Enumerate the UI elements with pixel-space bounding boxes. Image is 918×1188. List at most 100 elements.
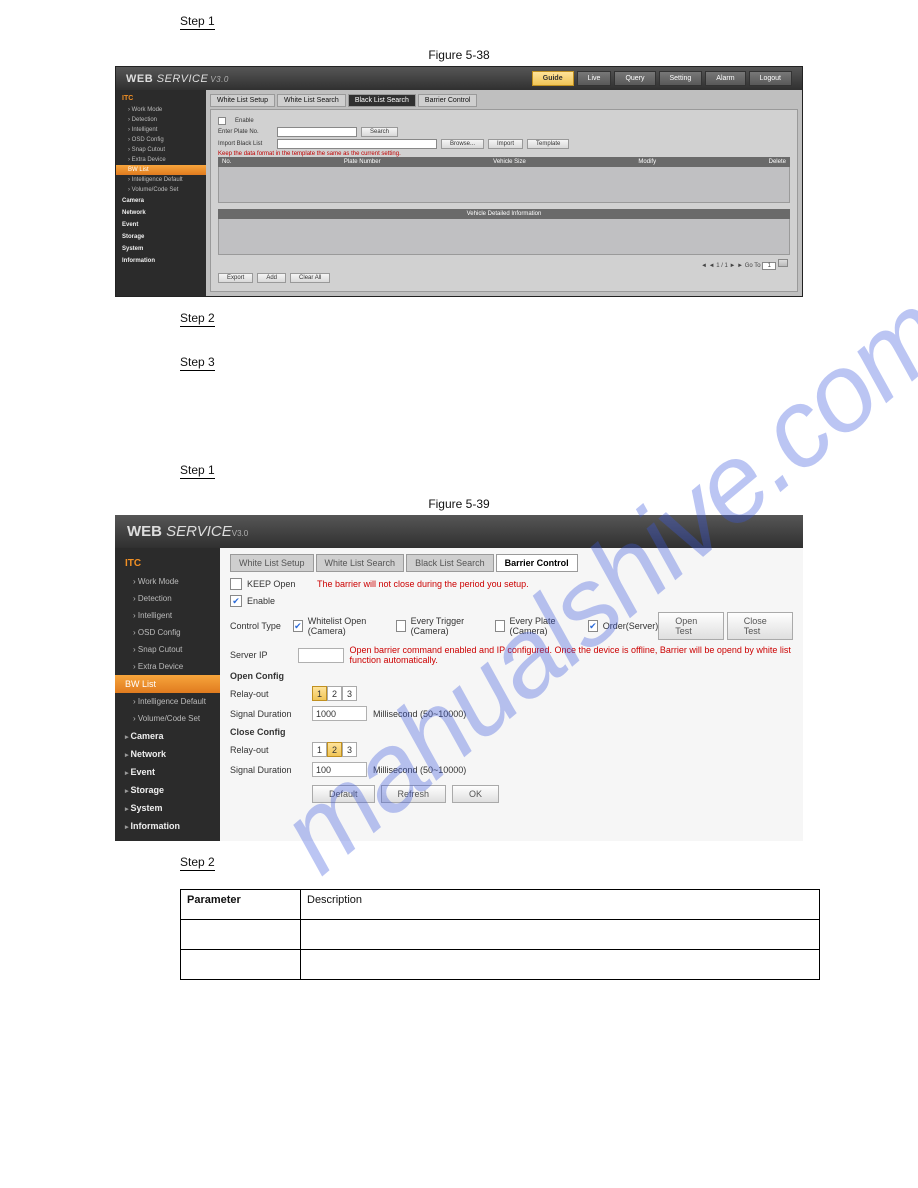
enable-label-39: Enable <box>247 596 275 606</box>
step-3: Step 3 <box>180 355 215 371</box>
tab-wlsr[interactable]: White List Search <box>277 94 346 107</box>
tab2-wls[interactable]: White List Setup <box>230 554 314 572</box>
side2-intelligent[interactable]: Intelligent <box>115 607 220 624</box>
close-sig-input[interactable]: 100 <box>312 762 367 777</box>
step-1-a: Step 1 <box>180 14 215 30</box>
ct-order-checkbox[interactable]: ✔ <box>588 620 598 632</box>
ct-plate-checkbox[interactable] <box>495 620 505 632</box>
side-osd[interactable]: OSD Config <box>116 135 206 145</box>
ct-trigger-checkbox[interactable] <box>396 620 406 632</box>
r2c2 <box>301 950 820 980</box>
side2-osd[interactable]: OSD Config <box>115 624 220 641</box>
open-relay-3[interactable]: 3 <box>342 686 357 701</box>
side2-network[interactable]: Network <box>115 745 220 763</box>
side-network[interactable]: Network <box>116 207 206 219</box>
template-button[interactable]: Template <box>527 139 569 149</box>
side-itc[interactable]: ITC <box>116 92 206 105</box>
side-system[interactable]: System <box>116 243 206 255</box>
side-info[interactable]: Information <box>116 255 206 267</box>
tab-bc[interactable]: Barrier Control <box>418 94 478 107</box>
main-38: White List Setup White List Search Black… <box>206 90 802 296</box>
nav-guide[interactable]: Guide <box>532 71 574 86</box>
side-vcs[interactable]: Volume/Code Set <box>116 185 206 195</box>
r2c1 <box>181 950 301 980</box>
nav-live[interactable]: Live <box>577 71 612 86</box>
open-relay-1[interactable]: 1 <box>312 686 327 701</box>
main-39: White List Setup White List Search Black… <box>220 548 803 841</box>
side-snap[interactable]: Snap Cutout <box>116 145 206 155</box>
side2-extra[interactable]: Extra Device <box>115 658 220 675</box>
side-event[interactable]: Event <box>116 219 206 231</box>
nav-alarm[interactable]: Alarm <box>705 71 745 86</box>
side2-idef[interactable]: Intelligence Default <box>115 693 220 710</box>
tab2-bc[interactable]: Barrier Control <box>496 554 578 572</box>
enable-checkbox[interactable] <box>218 117 226 125</box>
grid-body <box>218 167 790 203</box>
side2-system[interactable]: System <box>115 799 220 817</box>
r1c1 <box>181 920 301 950</box>
import-input[interactable] <box>277 139 437 149</box>
go-button[interactable] <box>778 259 788 267</box>
side2-workmode[interactable]: Work Mode <box>115 573 220 590</box>
ok-button[interactable]: OK <box>452 785 499 803</box>
side-bwlist[interactable]: BW List <box>116 165 206 175</box>
side-idef[interactable]: Intelligence Default <box>116 175 206 185</box>
side2-vcs[interactable]: Volume/Code Set <box>115 710 220 727</box>
side2-info[interactable]: Information <box>115 817 220 835</box>
import-label: Import Black List <box>218 141 273 147</box>
side2-itc[interactable]: ITC <box>115 554 220 573</box>
tab2-bls[interactable]: Black List Search <box>406 554 494 572</box>
refresh-button[interactable]: Refresh <box>381 785 447 803</box>
parameter-table: Parameter Description <box>180 889 820 980</box>
side2-storage[interactable]: Storage <box>115 781 220 799</box>
keep-open-checkbox[interactable] <box>230 578 242 590</box>
side-camera[interactable]: Camera <box>116 195 206 207</box>
side2-snap[interactable]: Snap Cutout <box>115 641 220 658</box>
open-sig-input[interactable]: 1000 <box>312 706 367 721</box>
sidebar-39: ITC Work Mode Detection Intelligent OSD … <box>115 548 220 841</box>
close-test-button[interactable]: Close Test <box>727 612 793 640</box>
close-relay-2[interactable]: 2 <box>327 742 342 757</box>
side-workmode[interactable]: Work Mode <box>116 105 206 115</box>
open-test-button[interactable]: Open Test <box>658 612 723 640</box>
enable-label: Enable <box>235 118 254 124</box>
open-relay-2[interactable]: 2 <box>327 686 342 701</box>
th-param: Parameter <box>181 890 301 920</box>
close-relay-3[interactable]: 3 <box>342 742 357 757</box>
server-ip-note: Open barrier command enabled and IP conf… <box>349 645 793 665</box>
side-extra[interactable]: Extra Device <box>116 155 206 165</box>
nav-logout[interactable]: Logout <box>749 71 792 86</box>
nav-setting[interactable]: Setting <box>659 71 703 86</box>
close-config-header: Close Config <box>230 727 793 737</box>
enable-checkbox-39[interactable]: ✔ <box>230 595 242 607</box>
browse-button[interactable]: Browse... <box>441 139 484 149</box>
side-storage[interactable]: Storage <box>116 231 206 243</box>
close-relay-1[interactable]: 1 <box>312 742 327 757</box>
tab2-wlsr[interactable]: White List Search <box>316 554 405 572</box>
side2-detection[interactable]: Detection <box>115 590 220 607</box>
nav-query[interactable]: Query <box>614 71 655 86</box>
ct-whitelist-checkbox[interactable]: ✔ <box>293 620 303 632</box>
server-ip-input[interactable] <box>298 648 344 663</box>
app-fig-5-39: WEB SERVICEV3.0 ITC Work Mode Detection … <box>115 515 803 841</box>
tab-bls[interactable]: Black List Search <box>348 94 416 107</box>
keep-open-note: The barrier will not close during the pe… <box>317 579 529 589</box>
search-button[interactable]: Search <box>361 127 398 137</box>
side2-event[interactable]: Event <box>115 763 220 781</box>
plate-input[interactable] <box>277 127 357 137</box>
step-2-b: Step 2 <box>180 855 215 871</box>
add-button[interactable]: Add <box>257 273 286 283</box>
side-intelligent[interactable]: Intelligent <box>116 125 206 135</box>
default-button[interactable]: Default <box>312 785 375 803</box>
pagination[interactable]: ◄ ◄ 1 / 1 ► ► Go To 1 <box>220 259 788 270</box>
side2-bwlist[interactable]: BW List <box>115 675 220 693</box>
clear-all-button[interactable]: Clear All <box>290 273 330 283</box>
export-button[interactable]: Export <box>218 273 253 283</box>
page-input[interactable]: 1 <box>762 262 776 270</box>
logo: WEB SERVICEV3.0 <box>126 73 229 85</box>
tab-wls[interactable]: White List Setup <box>210 94 275 107</box>
side2-camera[interactable]: Camera <box>115 727 220 745</box>
import-button[interactable]: Import <box>488 139 523 149</box>
app-fig-5-38: WEB SERVICEV3.0 Guide Live Query Setting… <box>115 66 803 297</box>
side-detection[interactable]: Detection <box>116 115 206 125</box>
